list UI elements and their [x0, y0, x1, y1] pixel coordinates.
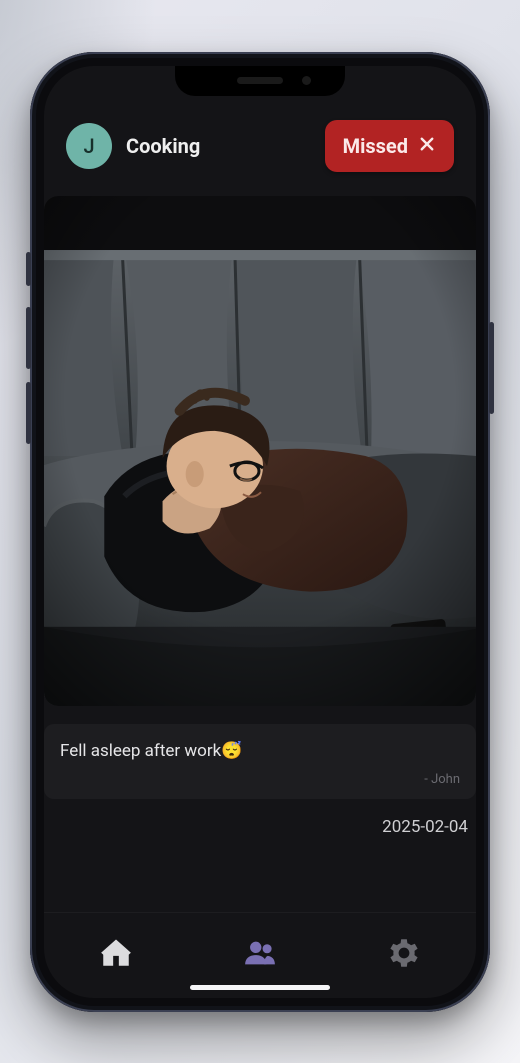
- post-date: 2025-02-04: [44, 799, 476, 837]
- post-header: J Cooking Missed: [44, 110, 476, 182]
- people-icon: [243, 936, 277, 974]
- silence-switch: [26, 252, 31, 286]
- missed-label: Missed: [343, 134, 408, 158]
- home-icon: [99, 936, 133, 974]
- power-button: [489, 322, 494, 414]
- gear-icon: [387, 936, 421, 974]
- post-content: Fell asleep after work😴 - John 2025-02-0…: [44, 182, 476, 912]
- phone-frame: J Cooking Missed: [30, 52, 490, 1012]
- note-card: Fell asleep after work😴 - John: [44, 724, 476, 799]
- nav-home[interactable]: [44, 913, 188, 998]
- post-photo[interactable]: [44, 196, 476, 706]
- header-left: J Cooking: [66, 123, 200, 169]
- close-icon: [418, 134, 436, 158]
- habit-title: Cooking: [126, 134, 200, 158]
- volume-up-button: [26, 307, 31, 369]
- note-author: - John: [60, 772, 460, 787]
- note-text: Fell asleep after work😴: [60, 740, 460, 762]
- volume-down-button: [26, 382, 31, 444]
- avatar-initial: J: [83, 134, 94, 158]
- screen: J Cooking Missed: [44, 66, 476, 998]
- author-avatar[interactable]: J: [66, 123, 112, 169]
- missed-badge[interactable]: Missed: [325, 120, 454, 172]
- nav-settings[interactable]: [332, 913, 476, 998]
- notch: [175, 66, 345, 96]
- home-indicator[interactable]: [190, 985, 330, 990]
